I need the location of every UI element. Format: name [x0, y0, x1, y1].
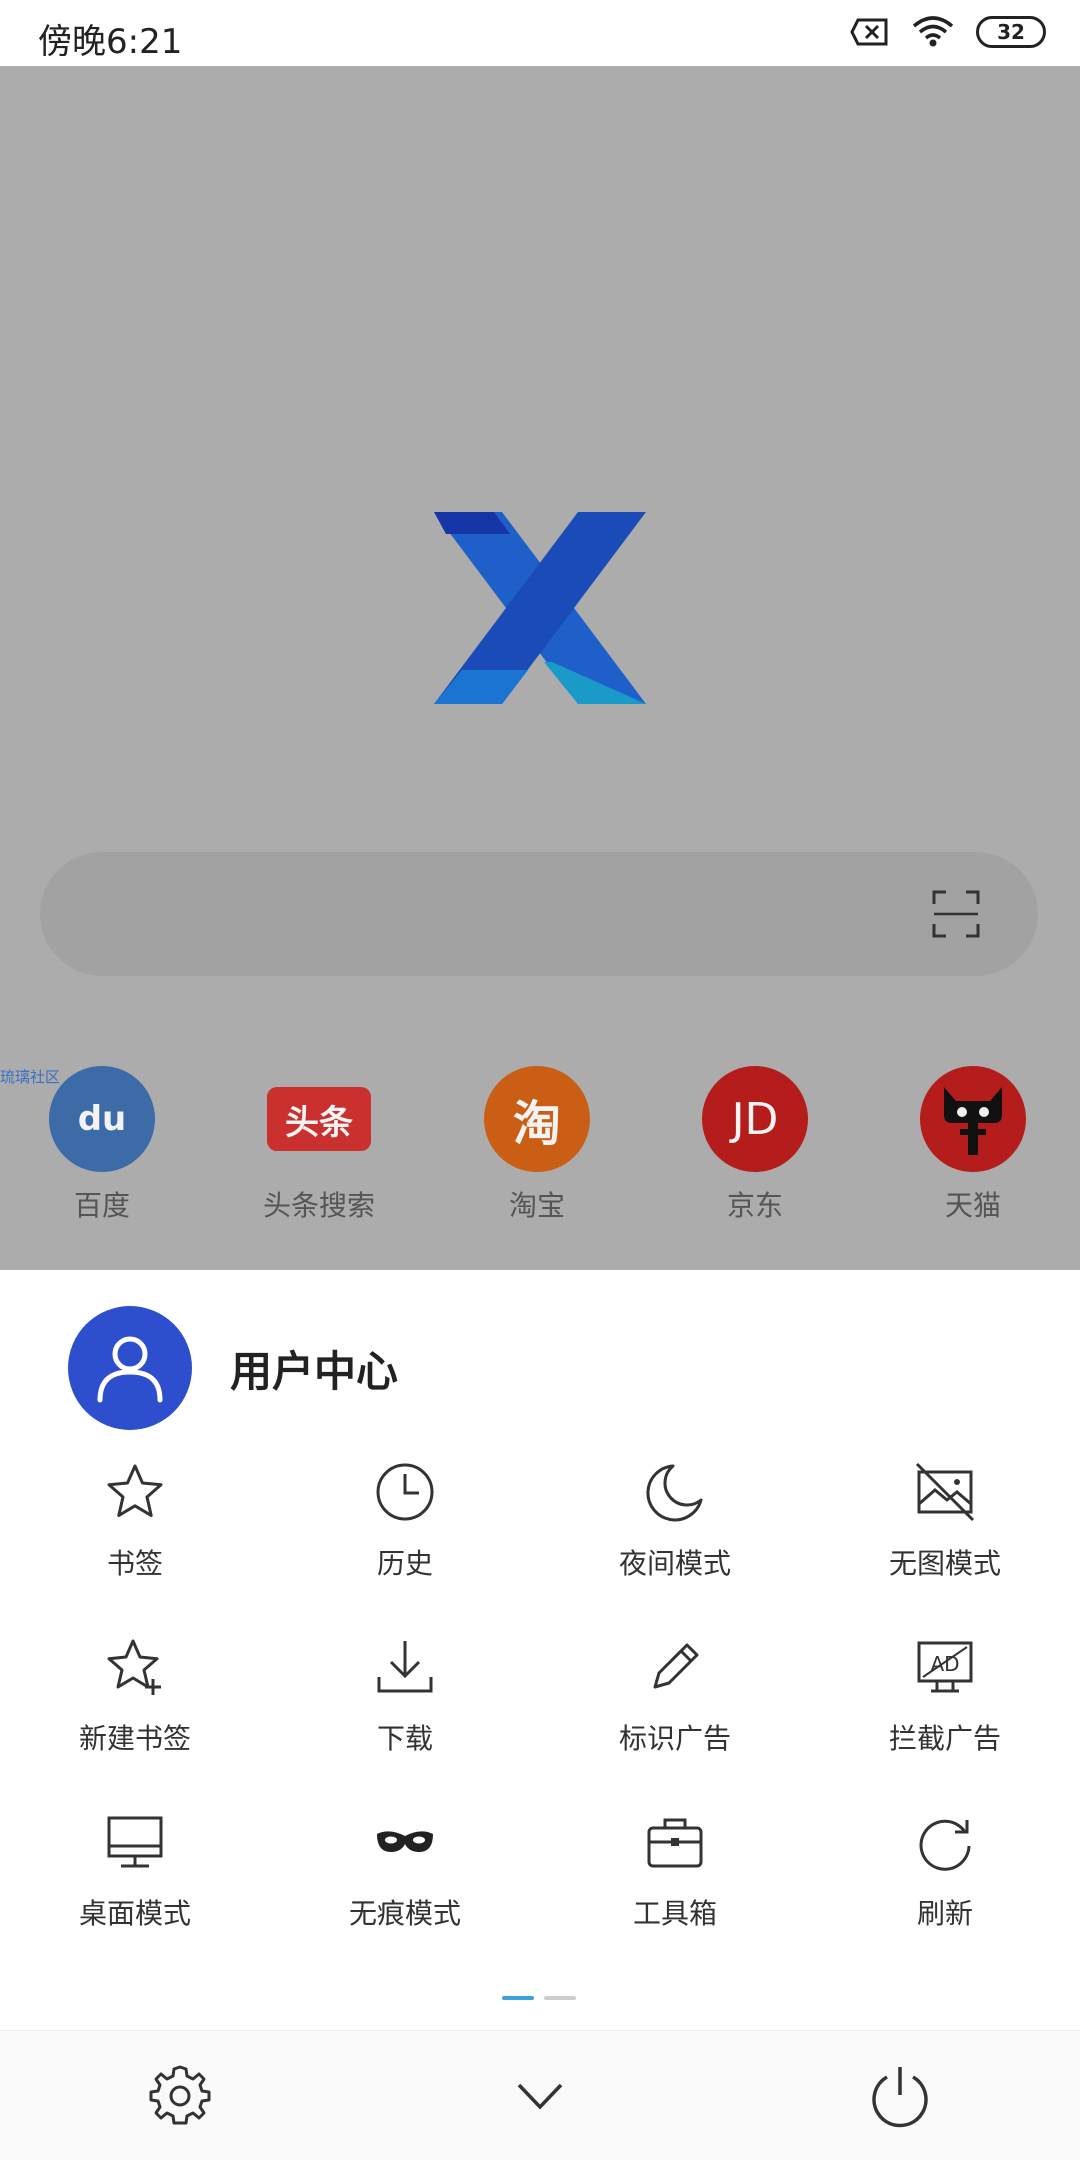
menu-item-no-image[interactable]: 无图模式: [810, 1460, 1080, 1582]
menu-item-block-ad[interactable]: AD 拦截广告: [810, 1635, 1080, 1757]
menu-item-night-mode[interactable]: 夜间模式: [540, 1460, 810, 1582]
menu-item-mark-ad[interactable]: 标识广告: [540, 1635, 810, 1757]
pencil-icon: [653, 1643, 699, 1689]
avatar[interactable]: [68, 1306, 192, 1430]
baidu-icon: du: [49, 1066, 155, 1172]
menu-item-toolbox[interactable]: 工具箱: [540, 1810, 810, 1932]
user-center-title: 用户中心: [230, 1346, 399, 1396]
user-icon: [97, 1336, 163, 1403]
status-bar: 傍晚6:21 32: [0, 0, 1080, 66]
menu-item-label: 拦截广告: [888, 1722, 1001, 1755]
menu-item-label: 下载: [376, 1722, 433, 1755]
moon-icon: [646, 1464, 703, 1522]
mask-icon: [377, 1831, 433, 1852]
settings-icon[interactable]: [145, 2061, 215, 2131]
quick-link-label: 头条搜索: [262, 1189, 375, 1222]
toutiao-icon: 头条: [267, 1087, 371, 1151]
bottom-toolbar: [0, 2030, 1080, 2160]
status-icons: 32: [850, 16, 1046, 48]
jd-icon: JD: [702, 1066, 808, 1172]
monitor-icon: [107, 1816, 163, 1868]
taobao-icon: 淘: [484, 1066, 590, 1172]
wifi-icon: [912, 16, 954, 47]
quick-link-tmall[interactable]: 天猫: [883, 1066, 1063, 1224]
menu-item-label: 历史: [376, 1547, 433, 1580]
ad-block-icon: AD: [917, 1641, 973, 1693]
quick-link-label: 淘宝: [508, 1189, 565, 1222]
menu-item-label: 书签: [106, 1547, 163, 1580]
refresh-icon: [919, 1819, 971, 1871]
user-center-row[interactable]: 用户中心: [68, 1306, 398, 1430]
menu-item-refresh[interactable]: 刷新: [810, 1810, 1080, 1932]
menu-item-history[interactable]: 历史: [270, 1460, 540, 1582]
menu-item-label: 夜间模式: [618, 1547, 731, 1580]
clock-icon: [376, 1463, 434, 1521]
power-icon[interactable]: [865, 2061, 935, 2131]
menu-panel: 用户中心 书签 历史 夜间模式 无图模式 新建书签 下载 标识广告 AD 拦截广…: [0, 1270, 1080, 2160]
quick-link-label: 百度: [73, 1189, 130, 1222]
menu-item-incognito[interactable]: 无痕模式: [270, 1810, 540, 1932]
status-time: 傍晚6:21: [38, 22, 183, 62]
tmall-icon: [920, 1066, 1026, 1172]
star-plus-icon: [107, 1639, 161, 1695]
quick-link-jd[interactable]: JD 京东: [665, 1066, 845, 1224]
menu-item-desktop-mode[interactable]: 桌面模式: [0, 1810, 270, 1932]
quick-link-label: 天猫: [944, 1189, 1001, 1222]
menu-item-label: 标识广告: [618, 1722, 731, 1755]
toolbox-icon: [647, 1818, 703, 1868]
scan-icon[interactable]: [932, 890, 980, 938]
download-icon: [377, 1641, 433, 1693]
menu-item-new-bookmark[interactable]: 新建书签: [0, 1635, 270, 1757]
quick-link-label: 京东: [726, 1189, 783, 1222]
sim-disabled-icon: [850, 18, 888, 46]
quick-link-taobao[interactable]: 淘 淘宝: [447, 1066, 627, 1224]
page-indicator: [502, 1996, 576, 2000]
menu-item-label: 无痕模式: [348, 1897, 461, 1930]
browser-home: 琉璃社区 du 百度 头条 头条搜索 淘 淘宝 JD 京东 天猫: [0, 66, 1080, 1270]
page-dot-active: [502, 1996, 534, 2000]
battery-indicator: 32: [976, 16, 1046, 48]
menu-item-download[interactable]: 下载: [270, 1635, 540, 1757]
quick-link-baidu[interactable]: du 百度: [12, 1066, 192, 1224]
quick-link-toutiao[interactable]: 头条 头条搜索: [229, 1066, 409, 1224]
menu-item-label: 工具箱: [632, 1897, 717, 1930]
battery-level: 32: [997, 20, 1025, 44]
search-bar[interactable]: [40, 852, 1038, 976]
menu-item-label: 刷新: [916, 1897, 973, 1930]
no-image-icon: [915, 1462, 975, 1522]
page-dot-inactive: [544, 1996, 576, 2000]
menu-item-bookmarks[interactable]: 书签: [0, 1460, 270, 1582]
browser-logo-icon: [434, 512, 646, 704]
chevron-down-icon[interactable]: [505, 2061, 575, 2131]
star-icon: [107, 1464, 163, 1517]
menu-item-label: 无图模式: [888, 1547, 1001, 1580]
menu-item-label: 桌面模式: [78, 1897, 191, 1930]
menu-item-label: 新建书签: [78, 1722, 191, 1755]
